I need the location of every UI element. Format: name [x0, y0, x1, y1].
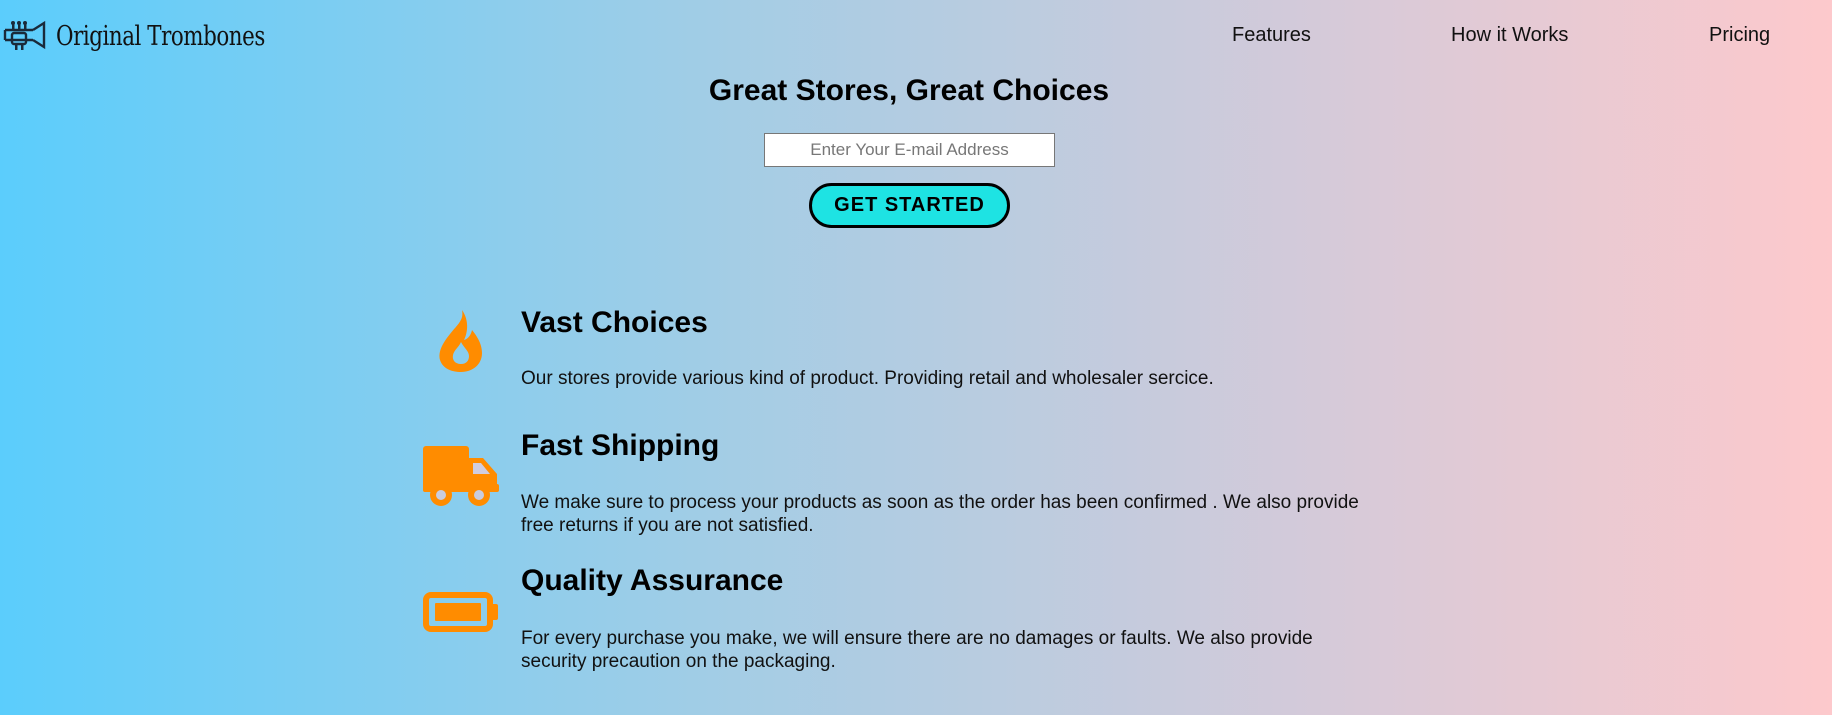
get-started-button[interactable]: GET STARTED: [809, 183, 1010, 228]
truck-icon: [423, 446, 499, 506]
trombone-icon: [3, 20, 46, 50]
nav-link-how-it-works[interactable]: How it Works: [1451, 24, 1568, 47]
battery-icon: [423, 592, 498, 632]
feature-description: For every purchase you make, we will ens…: [521, 628, 1313, 672]
feature-description: We make sure to process your products as…: [521, 492, 1359, 536]
logo-text: Original Trombones: [56, 20, 265, 52]
site-header: Original Trombones Features How it Works…: [0, 0, 1832, 72]
logo[interactable]: Original Trombones: [2, 16, 293, 56]
feature-title: Quality Assurance: [521, 564, 784, 597]
nav-link-features[interactable]: Features: [1232, 24, 1311, 47]
nav-link-pricing[interactable]: Pricing: [1709, 24, 1770, 47]
feature-title: Vast Choices: [521, 306, 708, 339]
hero-title: Great Stores, Great Choices: [708, 74, 1110, 107]
fire-icon: [439, 310, 482, 372]
feature-title: Fast Shipping: [521, 429, 720, 462]
feature-description: Our stores provide various kind of produ…: [521, 368, 1214, 389]
email-input[interactable]: [764, 133, 1055, 167]
